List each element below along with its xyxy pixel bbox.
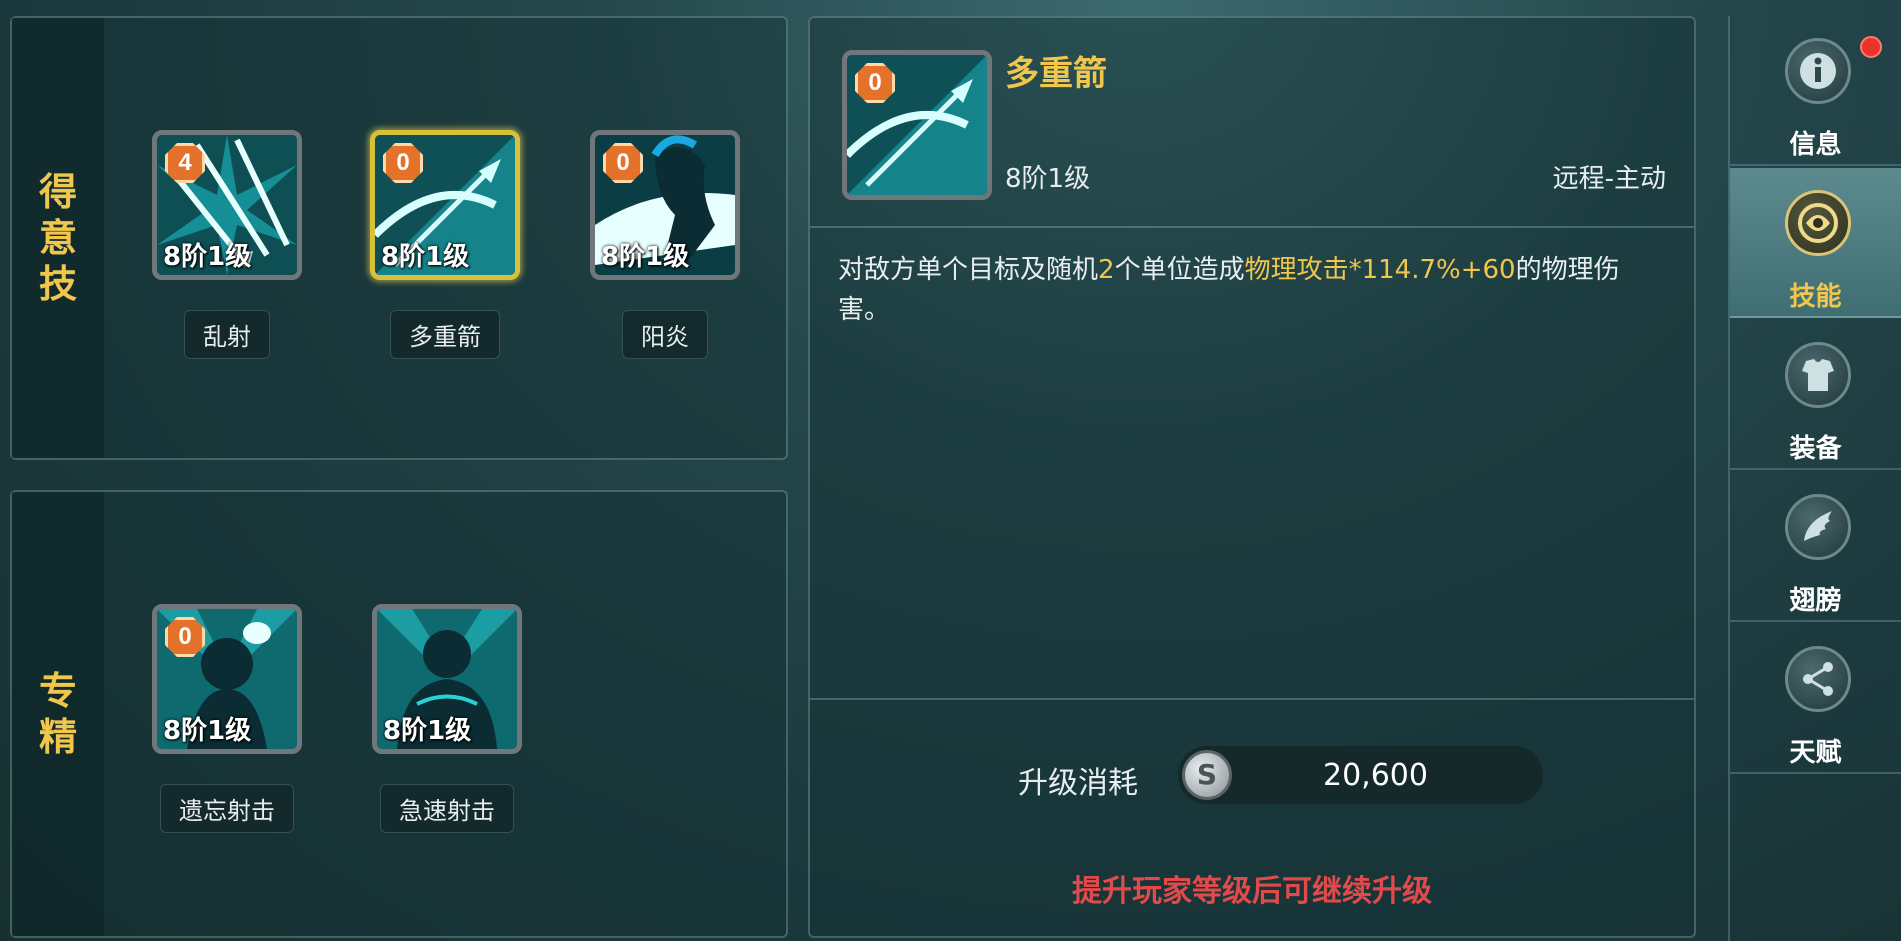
- tab-label: 天赋: [1789, 738, 1842, 768]
- info-icon: [1785, 38, 1851, 104]
- divider: [810, 226, 1694, 228]
- desc-text: 对敌方单个目标及随机: [838, 255, 1099, 285]
- label-char: 技: [38, 262, 77, 306]
- label-char: 得: [38, 170, 77, 214]
- skill-level: 8阶1级: [381, 242, 470, 272]
- label-char: 意: [38, 216, 77, 260]
- upgrade-cost-value: 20,600: [1323, 758, 1428, 793]
- specialty-skills-label: 专 精: [12, 492, 104, 936]
- skill-badge: 0: [165, 617, 205, 657]
- upgrade-warning: 提升玩家等级后可继续升级: [1072, 874, 1432, 909]
- skill-badge: 0: [383, 143, 423, 183]
- skill-icon-yangyan[interactable]: 0 8阶1级: [590, 130, 740, 280]
- skill-icon-luanshe[interactable]: 4 8阶1级: [152, 130, 302, 280]
- skill-icon-yiwangsheji[interactable]: 0 8阶1级: [152, 604, 302, 754]
- tab-info[interactable]: 信息: [1730, 16, 1901, 166]
- skill-name: 多重箭: [390, 310, 500, 359]
- detail-skill-type: 远程-主动: [1552, 164, 1666, 194]
- notification-dot: [1860, 36, 1882, 58]
- tab-label: 信息: [1789, 130, 1842, 160]
- skill-badge: 0: [603, 143, 643, 183]
- label-char: 精: [38, 715, 77, 759]
- desc-highlight: 2: [1098, 255, 1115, 285]
- tab-talent[interactable]: 天赋: [1730, 624, 1901, 774]
- upgrade-cost-bar: S 20,600: [1178, 746, 1543, 804]
- skill-name: 乱射: [184, 310, 270, 359]
- detail-skill-title: 多重箭: [1005, 54, 1107, 94]
- skill-icon: [1785, 190, 1851, 256]
- desc-highlight: 物理攻击*114.7%+60: [1244, 255, 1516, 285]
- favorite-skills-label: 得 意 技: [12, 18, 104, 458]
- tab-label: 翅膀: [1789, 586, 1842, 616]
- skill-level: 8阶1级: [383, 716, 472, 746]
- skill-badge: 4: [165, 143, 205, 183]
- tab-label: 技能: [1789, 282, 1842, 312]
- skill-name: 遗忘射击: [160, 784, 294, 833]
- skill-level: 8阶1级: [163, 242, 252, 272]
- upgrade-cost-label: 升级消耗: [1018, 766, 1138, 801]
- divider: [810, 698, 1694, 700]
- skill-description: 对敌方单个目标及随机2个单位造成物理攻击*114.7%+60的物理伤害。: [838, 250, 1666, 330]
- tab-wings[interactable]: 翅膀: [1730, 472, 1901, 622]
- tab-label: 装备: [1789, 434, 1842, 464]
- armor-icon: [1785, 342, 1851, 408]
- tab-skill[interactable]: 技能: [1730, 168, 1901, 318]
- specialty-skills-panel: 专 精 0 8阶1级 遗忘射击 8阶1级 急速射击: [10, 490, 788, 938]
- detail-skill-level: 8阶1级: [1005, 164, 1091, 194]
- detail-skill-frame: 0: [842, 50, 992, 200]
- skill-name: 阳炎: [622, 310, 708, 359]
- skill-name: 急速射击: [380, 784, 514, 833]
- skill-icon-jisusheji[interactable]: 8阶1级: [372, 604, 522, 754]
- label-char: 专: [38, 669, 77, 713]
- wing-icon: [1785, 494, 1851, 560]
- skill-badge: 0: [855, 63, 895, 103]
- tab-equipment[interactable]: 装备: [1730, 320, 1901, 470]
- skill-level: 8阶1级: [601, 242, 690, 272]
- favorite-skills-panel: 得 意 技 4 8阶1级 乱射 0 8阶1级 多重箭 0 8阶1级 阳炎: [10, 16, 788, 460]
- skill-level: 8阶1级: [163, 716, 252, 746]
- skill-detail-panel: 0 多重箭 8阶1级 远程-主动 对敌方单个目标及随机2个单位造成物理攻击*11…: [808, 16, 1696, 938]
- skill-icon-duozhongjian[interactable]: 0 8阶1级: [370, 130, 520, 280]
- right-tab-bar: 信息 技能 装备 翅膀 天赋: [1728, 16, 1901, 941]
- desc-text: 个单位造成: [1114, 255, 1245, 285]
- share-icon: [1785, 646, 1851, 712]
